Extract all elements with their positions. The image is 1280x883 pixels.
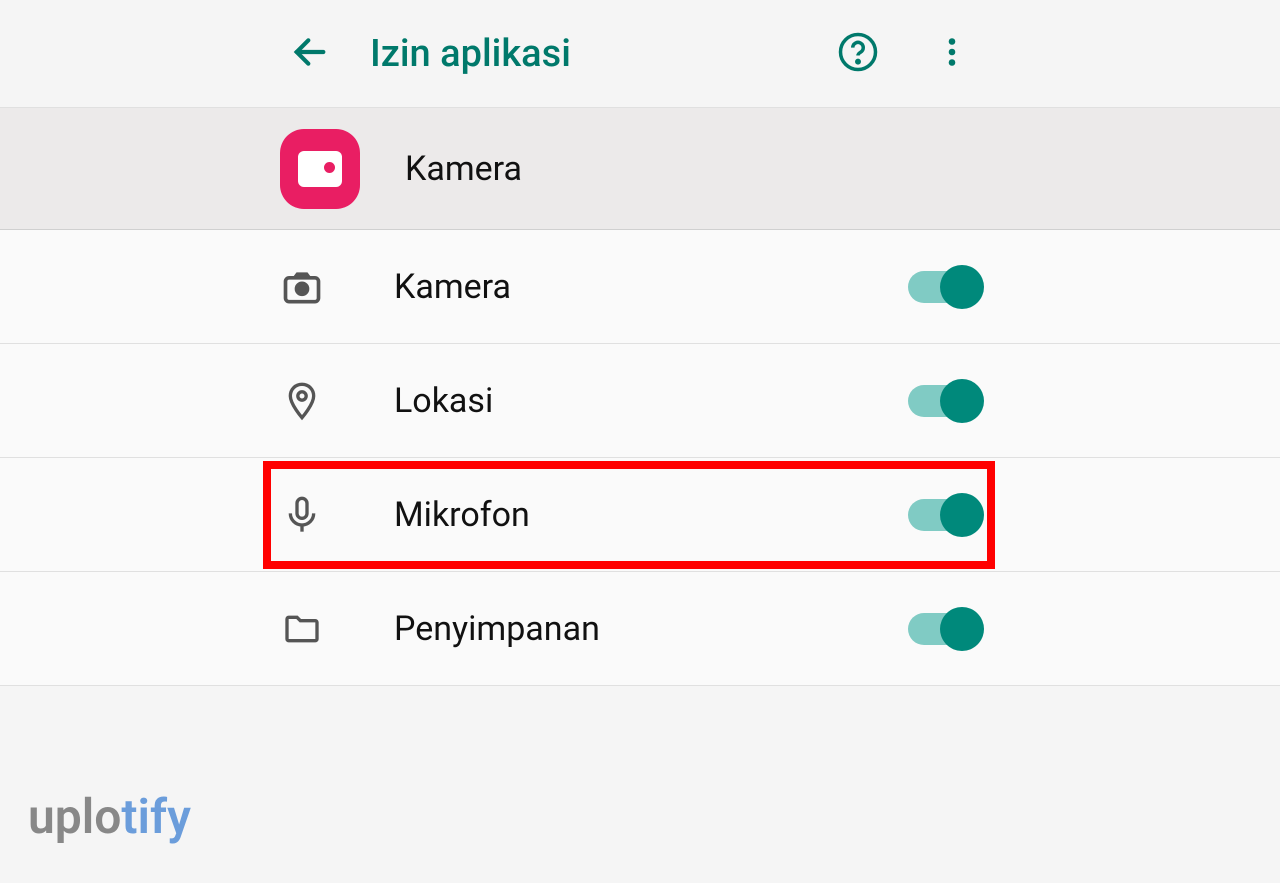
folder-icon — [280, 609, 324, 649]
app-name-label: Kamera — [405, 149, 522, 189]
more-vert-icon[interactable] — [934, 34, 970, 74]
permission-row-penyimpanan[interactable]: Penyimpanan — [0, 572, 1280, 686]
camera-icon — [280, 265, 324, 309]
permission-row-kamera[interactable]: Kamera — [0, 230, 1280, 344]
permission-row-lokasi[interactable]: Lokasi — [0, 344, 1280, 458]
microphone-icon — [280, 493, 324, 537]
watermark-suffix: tify — [121, 788, 191, 845]
watermark: uplotify — [28, 788, 191, 845]
help-icon[interactable] — [837, 31, 879, 77]
permission-label: Penyimpanan — [394, 609, 908, 649]
toggle-mikrofon[interactable] — [908, 499, 980, 531]
toggle-lokasi[interactable] — [908, 385, 980, 417]
app-icon — [280, 129, 360, 209]
back-arrow-icon[interactable] — [290, 32, 330, 76]
header: Izin aplikasi — [0, 0, 1280, 108]
app-header-row: Kamera — [0, 108, 1280, 230]
permission-label: Mikrofon — [394, 495, 908, 535]
page-title: Izin aplikasi — [370, 32, 571, 76]
location-icon — [280, 379, 324, 423]
watermark-prefix: uplo — [28, 788, 121, 845]
toggle-kamera[interactable] — [908, 271, 980, 303]
permission-row-mikrofon[interactable]: Mikrofon — [0, 458, 1280, 572]
toggle-penyimpanan[interactable] — [908, 613, 980, 645]
permission-label: Lokasi — [394, 381, 908, 421]
permission-label: Kamera — [394, 267, 908, 307]
